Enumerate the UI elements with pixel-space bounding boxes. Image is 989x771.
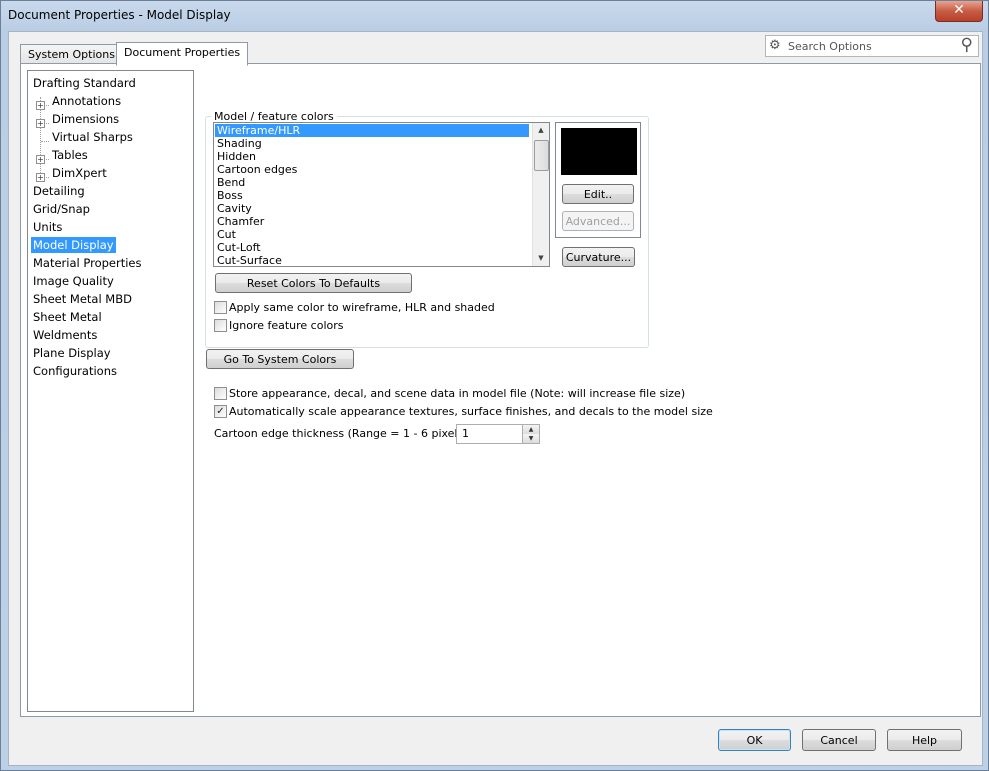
- tree-connector: [41, 141, 49, 142]
- tree-item-detailing[interactable]: Detailing: [31, 183, 87, 199]
- dialog-client: System Options Document Properties ⚙ Sea…: [8, 31, 983, 766]
- list-item[interactable]: Bend: [215, 176, 247, 189]
- auto-scale-checkbox[interactable]: ✓: [214, 405, 227, 418]
- tab-document-properties[interactable]: Document Properties: [116, 42, 249, 66]
- help-button[interactable]: Help: [887, 729, 962, 751]
- list-item[interactable]: Hidden: [215, 150, 258, 163]
- cartoon-thickness-label: Cartoon edge thickness (Range = 1 - 6 pi…: [214, 427, 472, 440]
- scroll-thumb[interactable]: [534, 140, 549, 171]
- tree-item-material-properties[interactable]: Material Properties: [31, 255, 144, 271]
- tree-item-image-quality[interactable]: Image Quality: [31, 273, 116, 289]
- list-item[interactable]: Boss: [215, 189, 245, 202]
- search-box[interactable]: ⚙ Search Options ⚲: [765, 35, 979, 57]
- cancel-button[interactable]: Cancel: [802, 729, 876, 751]
- tree-item-virtual-sharps[interactable]: Virtual Sharps: [50, 129, 135, 145]
- ignore-feature-colors-checkbox[interactable]: [214, 319, 227, 332]
- search-icon[interactable]: ⚲: [961, 35, 973, 55]
- list-item[interactable]: Cut-Surface: [215, 254, 284, 266]
- window-title: Document Properties - Model Display: [8, 8, 231, 22]
- list-scrollbar[interactable]: ▲ ▼: [532, 123, 549, 266]
- edit-button[interactable]: Edit..: [562, 184, 634, 204]
- curvature-button[interactable]: Curvature...: [562, 247, 635, 267]
- scroll-down-icon[interactable]: ▼: [533, 251, 549, 266]
- tree-item-sheet-metal-mbd[interactable]: Sheet Metal MBD: [31, 291, 134, 307]
- list-item[interactable]: Shading: [215, 137, 264, 150]
- tree-item-sheet-metal[interactable]: Sheet Metal: [31, 309, 104, 325]
- auto-scale-label: Automatically scale appearance textures,…: [229, 405, 713, 418]
- list-item[interactable]: Cut: [215, 228, 238, 241]
- tree-item-weldments[interactable]: Weldments: [31, 327, 99, 343]
- tree-item-grid-snap[interactable]: Grid/Snap: [31, 201, 92, 217]
- go-to-system-colors-button[interactable]: Go To System Colors: [206, 349, 354, 369]
- list-item[interactable]: Cut-Loft: [215, 241, 263, 254]
- search-input[interactable]: Search Options: [788, 40, 872, 53]
- tree-item-model-display[interactable]: Model Display: [31, 237, 116, 253]
- gear-icon[interactable]: ⚙: [769, 38, 781, 53]
- apply-same-color-label: Apply same color to wireframe, HLR and s…: [229, 301, 495, 314]
- ok-button[interactable]: OK: [718, 729, 791, 751]
- store-appearance-label: Store appearance, decal, and scene data …: [229, 387, 686, 400]
- options-tree: + + + + Drafting Standard Annotations Di…: [27, 70, 194, 712]
- close-button[interactable]: ✕: [935, 1, 983, 22]
- dialog-window: Document Properties - Model Display ✕ Sy…: [0, 0, 989, 771]
- list-item[interactable]: Chamfer: [215, 215, 266, 228]
- apply-same-color-checkbox[interactable]: [214, 301, 227, 314]
- expand-icon[interactable]: +: [36, 173, 45, 182]
- scroll-up-icon[interactable]: ▲: [533, 123, 549, 138]
- reset-colors-button[interactable]: Reset Colors To Defaults: [215, 273, 412, 293]
- tree-item-dimxpert[interactable]: DimXpert: [50, 165, 109, 181]
- title-bar: Document Properties - Model Display ✕: [1, 1, 988, 31]
- tree-item-annotations[interactable]: Annotations: [50, 93, 123, 109]
- document-properties-panel: + + + + Drafting Standard Annotations Di…: [20, 63, 981, 717]
- expand-icon[interactable]: +: [36, 155, 45, 164]
- tree-item-units[interactable]: Units: [31, 219, 64, 235]
- cartoon-thickness-value[interactable]: 1: [462, 427, 469, 440]
- tree-item-configurations[interactable]: Configurations: [31, 363, 119, 379]
- ignore-feature-colors-label: Ignore feature colors: [229, 319, 344, 332]
- tree-item-dimensions[interactable]: Dimensions: [50, 111, 121, 127]
- spin-down-icon[interactable]: ▼: [522, 434, 539, 443]
- store-appearance-checkbox[interactable]: [214, 387, 227, 400]
- expand-icon[interactable]: +: [36, 119, 45, 128]
- expand-icon[interactable]: +: [36, 101, 45, 110]
- tree-item-tables[interactable]: Tables: [50, 147, 90, 163]
- list-item[interactable]: Wireframe/HLR: [215, 124, 529, 137]
- tree-item-plane-display[interactable]: Plane Display: [31, 345, 113, 361]
- advanced-button[interactable]: Advanced...: [562, 211, 634, 231]
- list-item[interactable]: Cavity: [215, 202, 254, 215]
- color-preview-box: Edit.. Advanced...: [555, 122, 641, 238]
- cartoon-thickness-spinner[interactable]: 1 ▲ ▼: [456, 424, 540, 444]
- feature-color-list[interactable]: Wireframe/HLR Shading Hidden Cartoon edg…: [213, 122, 550, 267]
- color-swatch: [561, 128, 637, 175]
- list-item[interactable]: Cartoon edges: [215, 163, 299, 176]
- tree-item-drafting-standard[interactable]: Drafting Standard: [31, 75, 138, 91]
